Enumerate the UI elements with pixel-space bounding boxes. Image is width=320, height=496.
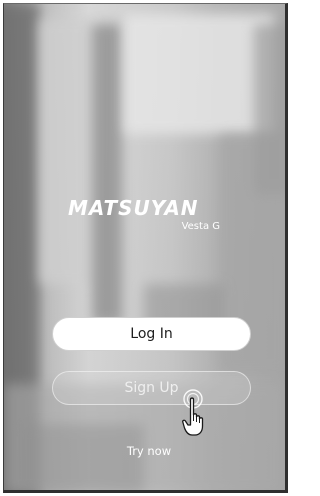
login-button[interactable]: Log In: [52, 317, 251, 351]
bg-shape: [254, 24, 285, 194]
brand-name: MATSUYAN: [68, 196, 199, 220]
try-now-link[interactable]: Try now: [104, 444, 194, 458]
signup-button[interactable]: Sign Up: [52, 371, 251, 405]
signup-button-label: Sign Up: [124, 380, 179, 396]
background-photo: [4, 4, 285, 490]
login-button-label: Log In: [130, 326, 173, 342]
bg-shape: [24, 424, 144, 490]
bg-shape: [124, 14, 274, 134]
bg-shape: [92, 24, 122, 324]
bg-shape: [39, 19, 94, 284]
brand-logo: MATSUYAN Vesta G: [68, 196, 228, 232]
app-screen: MATSUYAN Vesta G Log In Sign Up Try now: [3, 3, 288, 493]
hand-pointer-icon: [182, 389, 204, 436]
brand-model: Vesta G: [181, 221, 220, 232]
